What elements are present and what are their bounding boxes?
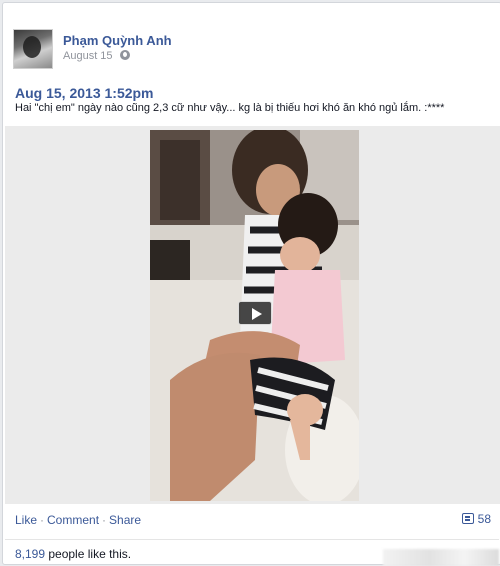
post-title[interactable]: Aug 15, 2013 1:52pm: [15, 85, 154, 101]
author-name[interactable]: Phạm Quỳnh Anh: [63, 33, 172, 48]
likes-text: people like this.: [45, 547, 132, 561]
separator: ·: [40, 513, 45, 527]
post-date[interactable]: August 15: [63, 50, 113, 62]
comment-icon: [461, 513, 474, 524]
play-icon[interactable]: [238, 301, 272, 325]
post-meta: August 15: [63, 50, 130, 62]
divider: [5, 539, 499, 540]
post-text: Hai "chị em" ngày nào cũng 2,3 cữ như vậ…: [15, 102, 445, 114]
comment-button[interactable]: Comment: [47, 513, 99, 527]
likes-count[interactable]: 8,199: [15, 547, 45, 561]
comment-count[interactable]: 58: [461, 512, 491, 526]
video-container: [5, 126, 500, 504]
avatar[interactable]: [13, 29, 53, 69]
share-button[interactable]: Share: [109, 513, 141, 527]
separator: ·: [102, 513, 107, 527]
likes-summary: 8,199 people like this.: [15, 547, 131, 561]
post-card: Phạm Quỳnh Anh August 15 Aug 15, 2013 1:…: [2, 2, 500, 566]
video-thumbnail[interactable]: [150, 130, 359, 501]
globe-icon: [119, 50, 130, 60]
comment-count-value: 58: [477, 512, 491, 526]
post-actions: Like · Comment · Share: [15, 513, 141, 527]
like-button[interactable]: Like: [15, 513, 37, 527]
post-header: Phạm Quỳnh Anh August 15: [13, 29, 483, 71]
blurred-area: [383, 549, 499, 566]
